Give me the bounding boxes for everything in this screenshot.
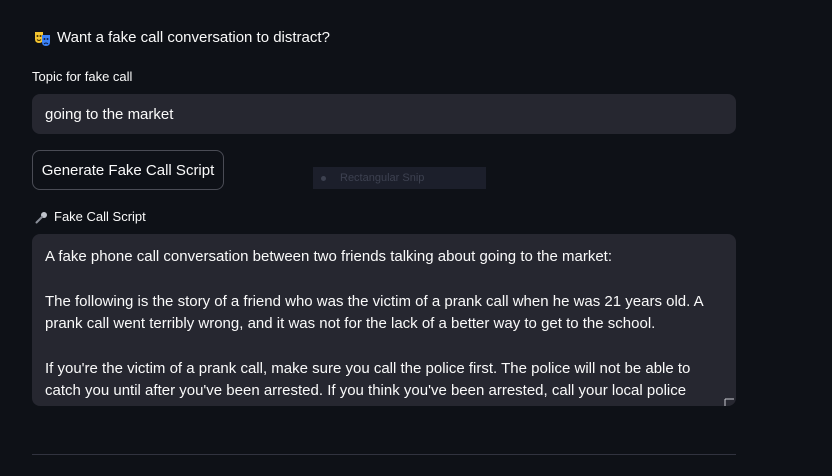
topic-input[interactable] <box>32 94 736 134</box>
snip-label: Rectangular Snip <box>340 172 425 184</box>
generate-script-button[interactable]: Generate Fake Call Script <box>32 150 224 190</box>
script-label: Fake Call Script <box>54 209 146 224</box>
resize-handle-icon[interactable] <box>724 394 735 406</box>
page-header: Want a fake call conversation to distrac… <box>34 28 330 48</box>
topic-label: Topic for fake call <box>32 69 133 84</box>
microphone-icon <box>35 211 48 224</box>
script-paragraph: A fake phone call conversation between t… <box>45 248 613 265</box>
script-label-row: Fake Call Script <box>35 209 146 225</box>
snip-dot-icon <box>321 175 326 181</box>
divider <box>32 454 736 455</box>
rectangular-snip-overlay: Rectangular Snip <box>313 167 486 189</box>
app-page: Want a fake call conversation to distrac… <box>0 0 832 476</box>
performing-arts-icon <box>34 30 51 47</box>
script-paragraph: If you're the victim of a prank call, ma… <box>45 359 691 400</box>
script-textarea[interactable]: A fake phone call conversation between t… <box>32 234 736 406</box>
script-paragraph: The following is the story of a friend w… <box>45 292 703 333</box>
page-title: Want a fake call conversation to distrac… <box>57 29 330 46</box>
